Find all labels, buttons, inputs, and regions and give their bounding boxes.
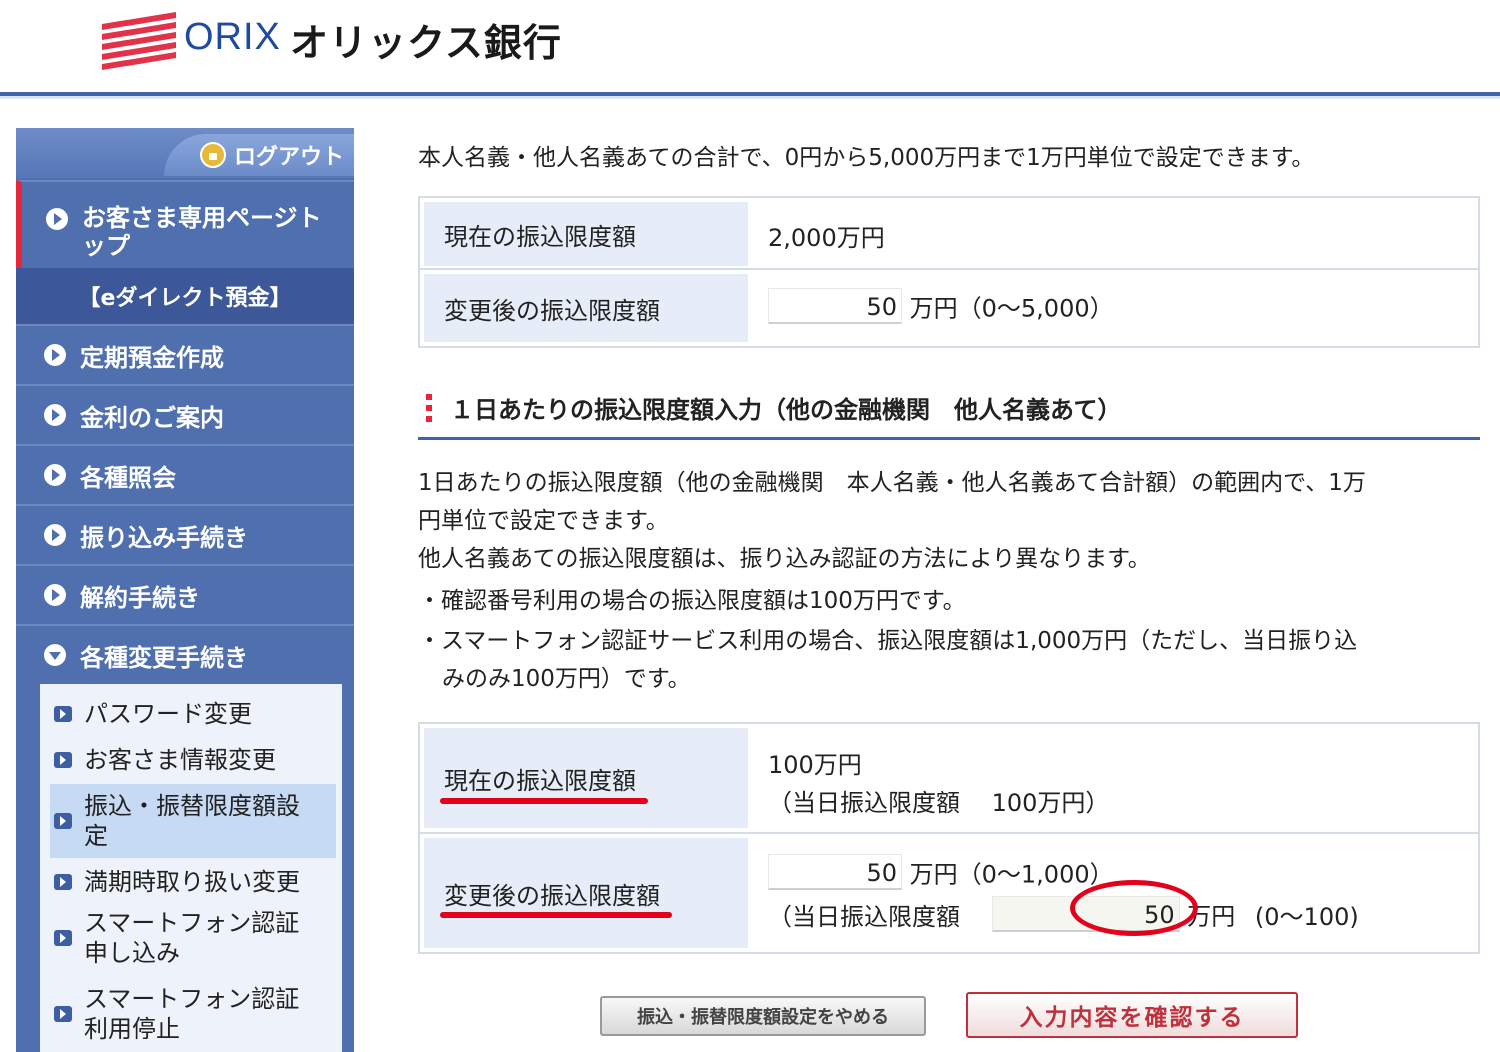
row-divider xyxy=(420,832,1478,834)
sub-item-label: スマートフォン認証利用停止 xyxy=(84,985,300,1043)
sidebar-item-label: 各種照会 xyxy=(80,463,176,492)
sub-item-password-change[interactable]: パスワード変更 xyxy=(40,696,342,732)
sub-item-label: 満期時取り扱い変更 xyxy=(84,868,300,896)
sidebar-item-label: 各種変更手続き xyxy=(80,643,248,672)
description-line-3: 他人名義あての振込限度額は、振り込み認証の方法により異なります。 xyxy=(418,546,1151,572)
bullet-arrow-icon xyxy=(54,706,72,722)
sub-item-maturity[interactable]: 満期時取り扱い変更 xyxy=(40,864,342,900)
sidebar-submenu: パスワード変更 お客さま情報変更 振込・振替限度額設定 満期時取り扱い変更 スマ… xyxy=(40,684,350,1052)
sidebar-item-label: お客さま専用ページトップ xyxy=(82,204,322,260)
new-daily-limit-label: 変更後の振込限度額 xyxy=(424,838,748,948)
logout-label: ログアウト xyxy=(233,145,344,170)
sidebar-item-transfer[interactable]: 振り込み手続き xyxy=(16,504,354,564)
sub-item-customer-info[interactable]: お客さま情報変更 xyxy=(40,742,342,778)
table-row-new: 変更後の振込限度額 50 万円（0〜1,000） （当日振込限度額 50 万円 … xyxy=(424,838,1476,948)
arrow-right-icon xyxy=(44,464,66,486)
current-sameday-limit: （当日振込限度額 100万円） xyxy=(768,789,1110,817)
heading-marker-icon xyxy=(426,394,432,422)
sidebar-item-interest-rates[interactable]: 金利のご案内 xyxy=(16,384,354,444)
table-row-current: 現在の振込限度額 100万円 （当日振込限度額 100万円） xyxy=(424,728,1476,828)
annotation-circle-sameday xyxy=(1070,880,1198,936)
new-daily-limit-input[interactable]: 50 xyxy=(768,854,902,890)
current-limit-value: 2,000万円 xyxy=(768,224,885,252)
table-row-new: 変更後の振込限度額 50 万円（0〜5,000） xyxy=(424,274,1476,342)
sub-item-label: スマートフォン認証申し込み xyxy=(84,909,300,967)
header-divider-shadow xyxy=(0,96,1500,99)
logout-bar: ログアウト xyxy=(16,128,354,178)
sub-item-label: お客さま情報変更 xyxy=(84,746,276,774)
new-limit-field-group: 50 万円（0〜5,000） xyxy=(768,288,1114,324)
new-limit-input[interactable]: 50 xyxy=(768,288,902,324)
header: ORIX オリックス銀行 xyxy=(0,0,1500,92)
annotation-underline-current xyxy=(440,798,648,804)
row-divider xyxy=(420,268,1478,270)
bullet-smartphone-line-2: みのみ100万円）です。 xyxy=(442,666,691,692)
sidebar-item-changes[interactable]: 各種変更手続き xyxy=(16,624,354,684)
description-line-1: 1日あたりの振込限度額（他の金融機関 本人名義・他人名義あて合計額）の範囲内で、… xyxy=(418,470,1366,496)
sameday-limit-field-group: （当日振込限度額 50 万円 (0〜100) xyxy=(768,896,1359,932)
sidebar: ログアウト お客さま専用ページトップ 【eダイレクト預金】 定期預金作成 金利の… xyxy=(16,128,354,1052)
arrow-right-icon xyxy=(46,208,68,230)
sub-item-label: 振込・振替限度額設定 xyxy=(84,792,300,850)
sidebar-item-inquiries[interactable]: 各種照会 xyxy=(16,444,354,504)
limit-table-1: 現在の振込限度額 2,000万円 変更後の振込限度額 50 万円（0〜5,000… xyxy=(418,196,1480,348)
sub-item-smartphone-stop[interactable]: スマートフォン認証利用停止 xyxy=(40,982,342,1046)
arrow-right-icon xyxy=(44,524,66,546)
logout-button[interactable]: ログアウト xyxy=(164,134,354,176)
new-limit-label: 変更後の振込限度額 xyxy=(424,274,748,342)
arrow-right-icon xyxy=(44,404,66,426)
orix-logo-icon xyxy=(102,12,176,70)
new-limit-unit: 万円（0〜5,000） xyxy=(909,294,1114,323)
new-daily-limit-unit: 万円（0〜1,000） xyxy=(909,860,1114,889)
sidebar-item-top-page[interactable]: お客さま専用ページトップ xyxy=(16,180,354,268)
bullet-arrow-icon xyxy=(54,930,72,946)
sidebar-item-label: 定期預金作成 xyxy=(80,343,224,372)
confirm-button[interactable]: 入力内容を確認する xyxy=(966,992,1298,1038)
table-row-current: 現在の振込限度額 2,000万円 xyxy=(424,202,1476,266)
bullet-confirmation-number: ・確認番号利用の場合の振込限度額は100万円です。 xyxy=(418,588,966,614)
sub-item-transfer-limit[interactable]: 振込・振替限度額設定 xyxy=(50,784,336,858)
sidebar-section-label: 【eダイレクト預金】 xyxy=(16,268,354,324)
annotation-underline-new xyxy=(440,912,672,918)
sidebar-item-label: 金利のご案内 xyxy=(80,403,224,432)
bullet-arrow-icon xyxy=(54,813,72,829)
cancel-button[interactable]: 振込・振替限度額設定をやめる xyxy=(600,996,926,1036)
lock-icon xyxy=(199,142,226,168)
sub-item-smartphone-apply[interactable]: スマートフォン認証申し込み xyxy=(40,906,342,970)
limit-table-2: 現在の振込限度額 100万円 （当日振込限度額 100万円） 変更後の振込限度額… xyxy=(418,722,1480,954)
bullet-smartphone-line-1: ・スマートフォン認証サービス利用の場合、振込限度額は1,000万円（ただし、当日… xyxy=(418,628,1358,654)
bullet-arrow-icon xyxy=(54,874,72,890)
section-heading: １日あたりの振込限度額入力（他の金融機関 他人名義あて） xyxy=(418,386,1480,440)
sameday-limit-range: (0〜100) xyxy=(1254,902,1359,931)
new-daily-limit-field-group: 50 万円（0〜1,000） xyxy=(768,854,1114,890)
arrow-right-icon xyxy=(44,584,66,606)
section-title: １日あたりの振込限度額入力（他の金融機関 他人名義あて） xyxy=(450,396,1122,424)
logo-bank-name: オリックス銀行 xyxy=(290,21,562,65)
sidebar-item-time-deposit[interactable]: 定期預金作成 xyxy=(16,324,354,384)
arrow-down-icon xyxy=(44,644,66,666)
logo-orix-text: ORIX xyxy=(184,16,281,58)
arrow-right-icon xyxy=(44,344,66,366)
sidebar-item-label: 解約手続き xyxy=(80,583,200,612)
sidebar-item-label: 振り込み手続き xyxy=(80,523,248,552)
bullet-arrow-icon xyxy=(54,752,72,768)
current-daily-limit-value: 100万円 （当日振込限度額 100万円） xyxy=(768,746,1109,822)
description-line-2: 円単位で設定できます。 xyxy=(418,508,669,534)
current-limit-label: 現在の振込限度額 xyxy=(424,202,748,266)
intro-text: 本人名義・他人名義あての合計で、0円から5,000万円まで1万円単位で設定できま… xyxy=(418,145,1315,171)
current-daily-limit-label: 現在の振込限度額 xyxy=(424,728,748,828)
bullet-arrow-icon xyxy=(54,1006,72,1022)
current-daily-limit-amount: 100万円 xyxy=(768,751,862,779)
sidebar-item-cancellation[interactable]: 解約手続き xyxy=(16,564,354,624)
sameday-limit-label: （当日振込限度額 xyxy=(768,902,960,931)
sub-item-label: パスワード変更 xyxy=(84,700,252,728)
